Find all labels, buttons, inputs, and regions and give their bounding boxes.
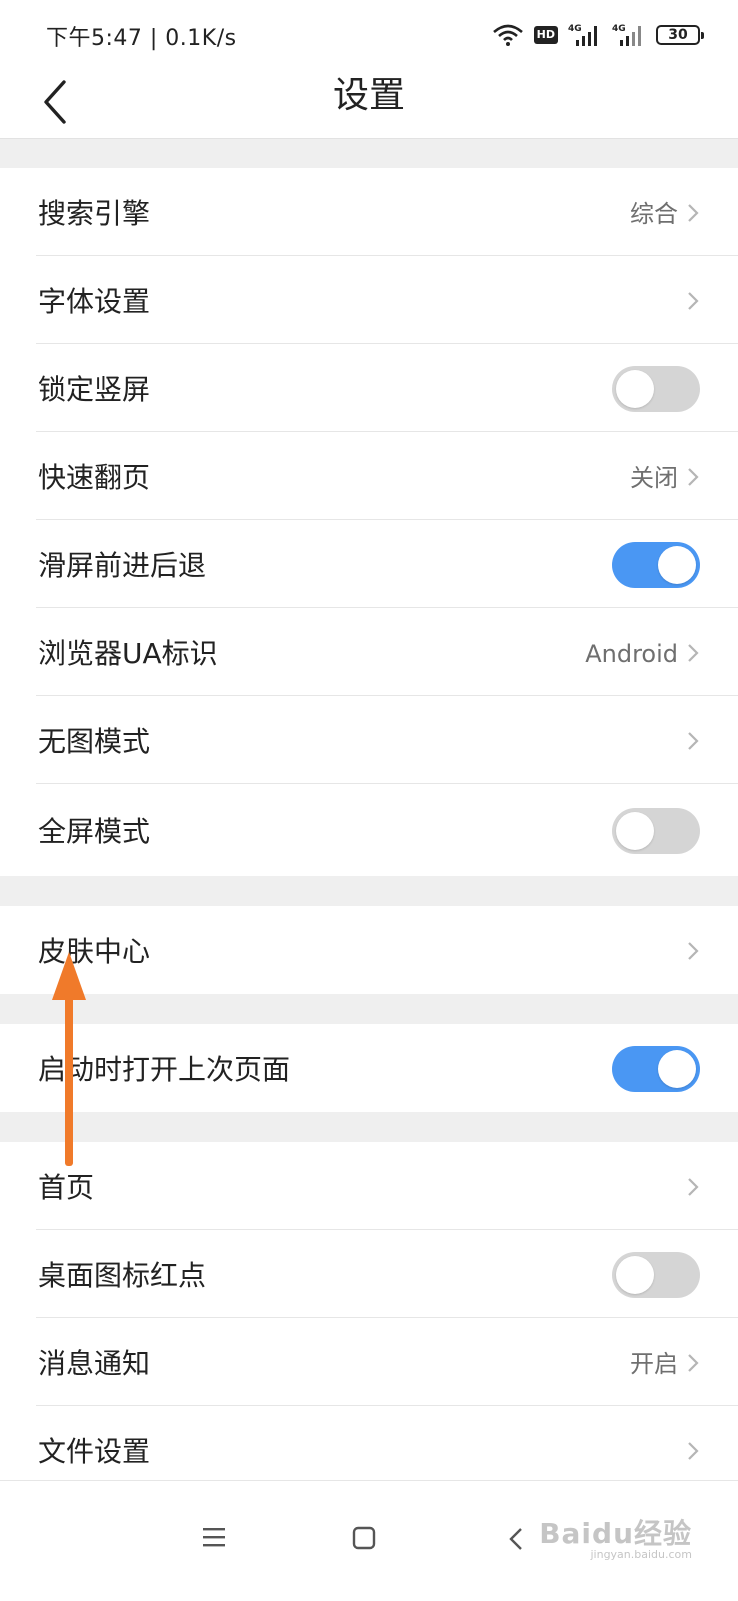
row-label: 全屏模式 (38, 815, 151, 848)
toggle-knob (616, 370, 654, 408)
chevron-right-icon (688, 1354, 699, 1372)
toggle-knob (616, 1256, 654, 1294)
settings-row-homepage[interactable]: 首页 (0, 1142, 738, 1230)
chevron-right-icon (688, 292, 699, 310)
chevron-right-icon (688, 644, 699, 662)
chevron-right-icon (688, 1442, 699, 1460)
row-value: 关闭 (630, 464, 678, 492)
row-label: 字体设置 (38, 285, 151, 318)
settings-row-no-image[interactable]: 无图模式 (0, 696, 738, 784)
status-icons: HD 4G 4G 30 (492, 18, 704, 52)
toggle-knob (658, 1050, 696, 1088)
settings-row-restore-last-page[interactable]: 启动时打开上次页面 (0, 1024, 738, 1112)
section-gap (0, 994, 738, 1024)
row-label: 搜索引擎 (38, 197, 151, 230)
signal-icon-1: 4G (568, 24, 597, 46)
lock-portrait-toggle[interactable] (612, 366, 700, 412)
menu-icon (203, 1528, 225, 1547)
settings-row-quick-page[interactable]: 快速翻页 关闭 (0, 432, 738, 520)
toggle-knob (658, 546, 696, 584)
annotation-arrow-icon (52, 952, 86, 1166)
baidu-watermark: Baidu经验 jingyan.baidu.com (539, 1512, 692, 1561)
status-bar: 下午5:47 | 0.1K/s HD 4G 4G 30 (0, 0, 738, 68)
row-label: 桌面图标红点 (38, 1259, 207, 1292)
section-gap (0, 139, 738, 168)
row-label: 锁定竖屏 (38, 373, 151, 406)
home-button[interactable] (334, 1511, 394, 1571)
chevron-right-icon (688, 204, 699, 222)
watermark-text: Baidu经验 (539, 1517, 692, 1550)
hd-icon: HD (533, 26, 558, 44)
row-label: 无图模式 (38, 725, 151, 758)
chevron-right-icon (688, 942, 699, 960)
row-value: Android (585, 640, 678, 668)
settings-row-font[interactable]: 字体设置 (0, 256, 738, 344)
restore-last-page-toggle[interactable] (612, 1046, 700, 1092)
row-divider (36, 783, 738, 784)
row-value: 综合 (630, 200, 678, 228)
home-square-icon (352, 1526, 376, 1550)
back-triangle-icon (509, 1528, 522, 1550)
battery-level: 30 (668, 27, 688, 43)
row-label: 消息通知 (38, 1347, 151, 1380)
row-value: 开启 (630, 1350, 678, 1378)
section-gap (0, 876, 738, 906)
network-label-1: 4G (568, 24, 582, 34)
badge-dot-toggle[interactable] (612, 1252, 700, 1298)
back-arrow-icon[interactable] (38, 76, 78, 130)
settings-row-swipe-nav[interactable]: 滑屏前进后退 (0, 520, 738, 608)
fullscreen-toggle[interactable] (612, 808, 700, 854)
row-label: 滑屏前进后退 (38, 549, 207, 582)
wifi-icon (492, 24, 523, 46)
row-label: 快速翻页 (38, 461, 151, 494)
settings-row-badge-dot[interactable]: 桌面图标红点 (0, 1230, 738, 1318)
settings-row-browser-ua[interactable]: 浏览器UA标识 Android (0, 608, 738, 696)
settings-row-notifications[interactable]: 消息通知 开启 (0, 1318, 738, 1406)
toggle-knob (616, 812, 654, 850)
status-time-speed: 下午5:47 | 0.1K/s (46, 26, 237, 51)
chevron-right-icon (688, 1178, 699, 1196)
settings-row-lock-portrait[interactable]: 锁定竖屏 (0, 344, 738, 432)
nav-back-button[interactable] (486, 1511, 546, 1571)
page-title: 设置 (332, 75, 405, 116)
swipe-nav-toggle[interactable] (612, 542, 700, 588)
section-gap (0, 1112, 738, 1142)
title-bar: 设置 (0, 68, 738, 138)
network-label-2: 4G (612, 24, 626, 34)
settings-row-skin-center[interactable]: 皮肤中心 (0, 906, 738, 994)
chevron-right-icon (688, 468, 699, 486)
row-label: 浏览器UA标识 (38, 637, 218, 670)
settings-row-fullscreen[interactable]: 全屏模式 (0, 786, 738, 874)
signal-icon-2: 4G (612, 24, 641, 46)
settings-row-search-engine[interactable]: 搜索引擎 综合 (0, 168, 738, 256)
chevron-right-icon (688, 732, 699, 750)
menu-button[interactable] (184, 1511, 244, 1571)
battery-icon: 30 (656, 25, 704, 45)
